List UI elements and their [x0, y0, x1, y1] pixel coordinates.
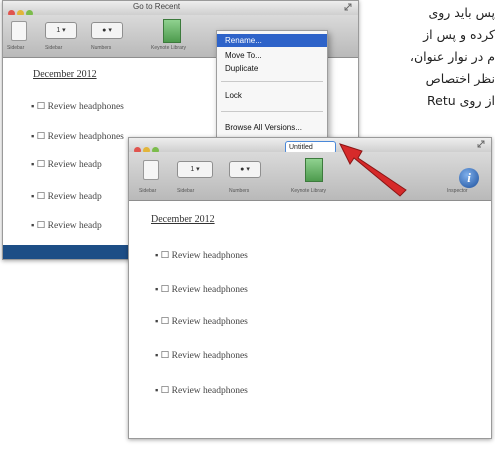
fullscreen-icon[interactable] — [477, 140, 485, 148]
list-item[interactable]: ▪ ☐ Review headphones — [155, 316, 248, 327]
list-item[interactable]: ▪ ☐ Review headphones — [31, 101, 124, 112]
format-popup[interactable]: 1 ▾ — [177, 161, 213, 178]
front-window: Untitled 1 ▾ ● ▾ i Sidebar Sidebar Numbe… — [128, 137, 492, 439]
list-heading: December 2012 — [33, 69, 97, 80]
toolbar-label: Sidebar — [139, 188, 157, 194]
info-icon[interactable]: i — [459, 168, 479, 188]
menu-item-lock[interactable]: Lock — [217, 89, 327, 102]
toolbar-label: Numbers — [229, 188, 250, 194]
menu-item-duplicate[interactable]: Duplicate — [217, 62, 327, 75]
list-item[interactable]: ▪ ☐ Review headphones — [155, 385, 248, 396]
red-arrow-icon — [339, 143, 407, 197]
toolbar: 1 ▾ ● ▾ i Sidebar Sidebar Numbers Keynot… — [129, 152, 491, 201]
title-bar[interactable]: Untitled — [129, 138, 491, 154]
menu-divider — [221, 81, 323, 82]
sidebar-button[interactable] — [11, 21, 27, 41]
list-item[interactable]: ▪ ☐ Review headphones — [155, 250, 248, 261]
menu-divider — [221, 111, 323, 112]
title-bar[interactable]: Go to Recent — [3, 1, 358, 17]
calendar-icon[interactable] — [305, 158, 323, 182]
menu-item-browse-versions[interactable]: Browse All Versions... — [217, 121, 327, 134]
menu-item-rename[interactable]: Rename... — [217, 34, 327, 47]
toolbar-label: Sidebar — [177, 188, 195, 194]
list-item[interactable]: ▪ ☐ Review headphones — [155, 284, 248, 295]
menu-item-move-to[interactable]: Move To... — [217, 49, 327, 62]
article-line: نظر اختصاص — [425, 71, 495, 86]
window-title[interactable]: Go to Recent — [133, 2, 180, 11]
list-popup[interactable]: ● ▾ — [91, 22, 123, 39]
article-text: پس باید روی کرده و پس از م در نوار عنوان… — [362, 2, 495, 122]
toolbar-label: Inspector — [447, 188, 468, 194]
article-line: م در نوار عنوان، — [409, 49, 495, 64]
list-heading: December 2012 — [151, 214, 215, 225]
list-item[interactable]: ▪ ☐ Review headp — [31, 191, 102, 202]
fullscreen-icon[interactable] — [344, 3, 352, 11]
document-body[interactable]: December 2012 ▪ ☐ Review headphones ▪ ☐ … — [129, 200, 491, 438]
article-line: کرده و پس از — [423, 27, 495, 42]
list-item[interactable]: ▪ ☐ Review headp — [31, 159, 102, 170]
toolbar-label: Numbers — [91, 45, 112, 51]
sidebar-button[interactable] — [143, 160, 159, 180]
list-item[interactable]: ▪ ☐ Review headphones — [31, 131, 124, 142]
toolbar-label: Sidebar — [7, 45, 25, 51]
article-line: پس باید روی — [428, 5, 495, 20]
format-popup[interactable]: 1 ▾ — [45, 22, 77, 39]
calendar-icon[interactable] — [163, 19, 181, 43]
toolbar-label: Sidebar — [45, 45, 63, 51]
toolbar-label: Keynote Library — [291, 188, 327, 194]
list-popup[interactable]: ● ▾ — [229, 161, 261, 178]
list-item[interactable]: ▪ ☐ Review headp — [31, 220, 102, 231]
list-item[interactable]: ▪ ☐ Review headphones — [155, 350, 248, 361]
article-line: از روی Retu — [427, 93, 495, 108]
toolbar-label: Keynote Library — [151, 45, 187, 51]
